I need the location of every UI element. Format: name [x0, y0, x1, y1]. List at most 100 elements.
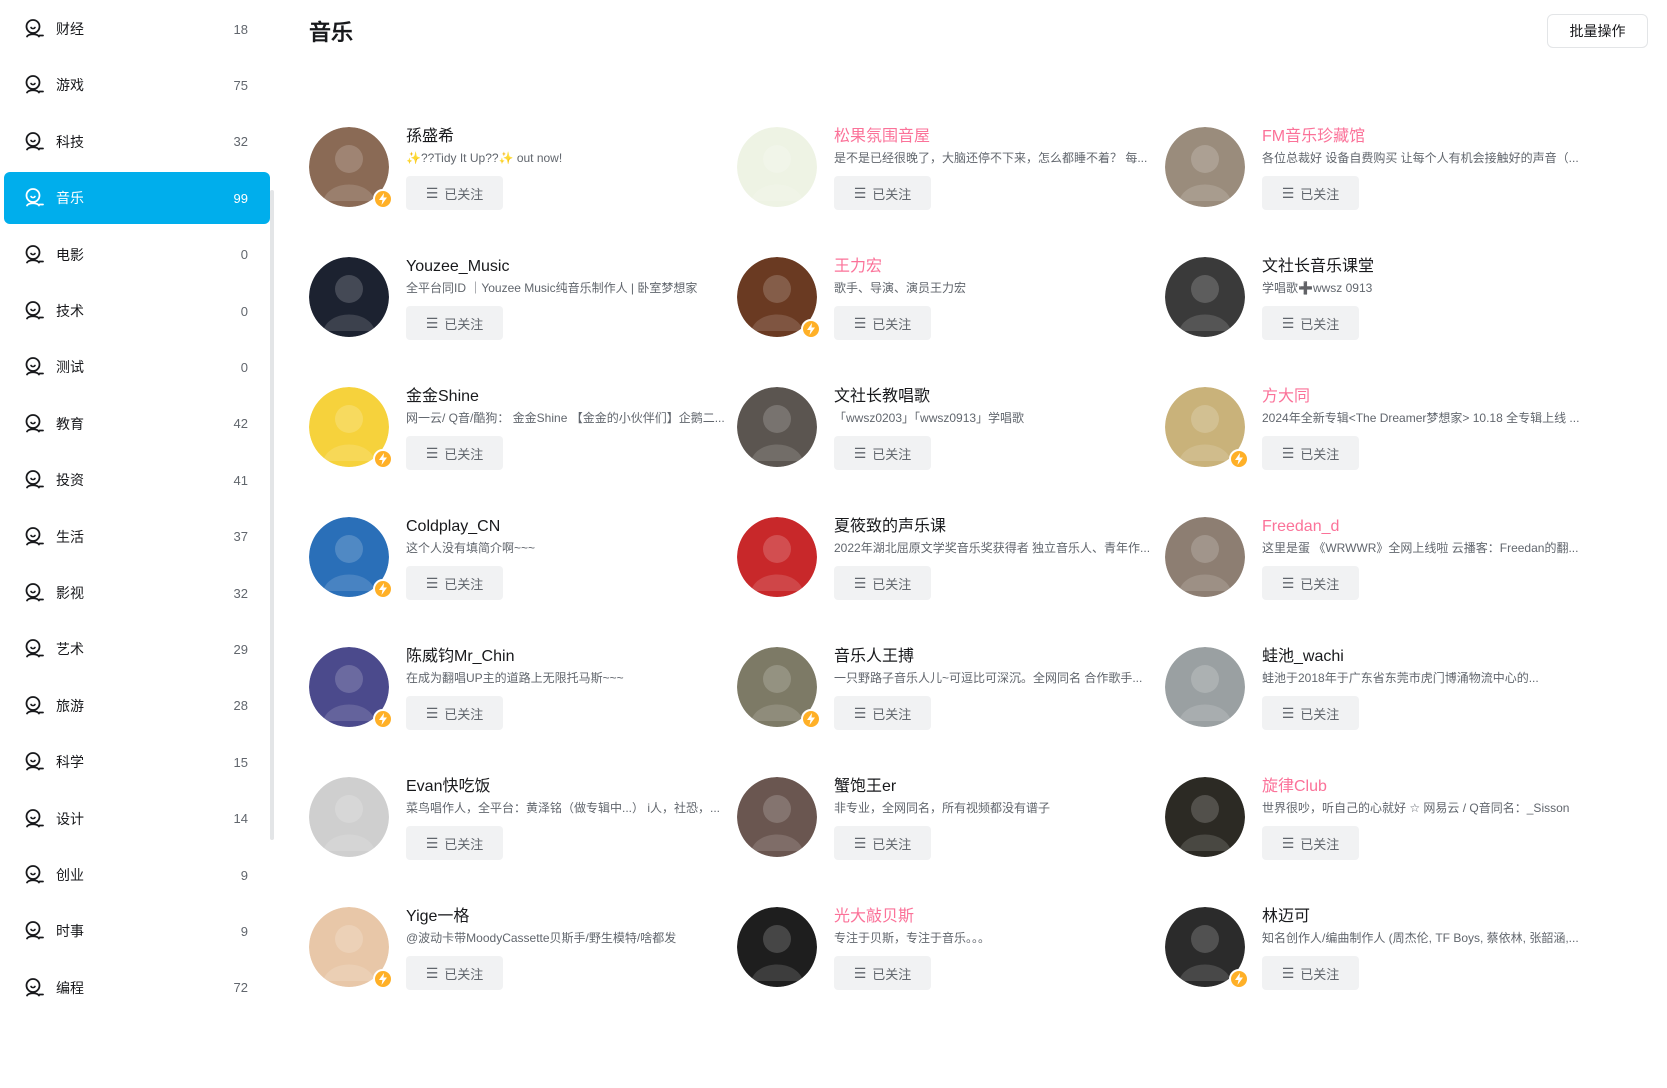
user-name[interactable]: 林迈可 [1262, 906, 1602, 928]
user-name[interactable]: Freedan_d [1262, 516, 1602, 538]
user-name[interactable]: 文社长音乐课堂 [1262, 256, 1602, 278]
sidebar-scrollbar[interactable] [270, 190, 274, 840]
user-name[interactable]: 蛙池_wachi [1262, 646, 1602, 668]
sidebar-item[interactable]: 时事 9 [4, 905, 270, 957]
avatar-image[interactable] [737, 127, 817, 207]
avatar-image[interactable] [737, 777, 817, 857]
avatar[interactable] [309, 907, 393, 989]
followed-button[interactable]: ☰ 已关注 [1262, 826, 1359, 860]
followed-button[interactable]: ☰ 已关注 [406, 566, 503, 600]
followed-button[interactable]: ☰ 已关注 [1262, 306, 1359, 340]
followed-button[interactable]: ☰ 已关注 [406, 306, 503, 340]
sidebar-item[interactable]: 测试 0 [4, 341, 270, 393]
user-name[interactable]: Coldplay_CN [406, 516, 746, 538]
user-name[interactable]: 蟹饱王er [834, 776, 1174, 798]
avatar[interactable] [737, 517, 817, 597]
user-name[interactable]: 夏筱致的声乐课 [834, 516, 1174, 538]
sidebar-item[interactable]: 艺术 29 [4, 623, 270, 675]
sidebar-item[interactable]: 技术 0 [4, 285, 270, 337]
followed-button[interactable]: ☰ 已关注 [834, 696, 931, 730]
followed-button[interactable]: ☰ 已关注 [834, 176, 931, 210]
sidebar-item[interactable]: 生活 37 [4, 511, 270, 563]
user-name[interactable]: Youzee_Music [406, 256, 746, 278]
avatar-image[interactable] [1165, 257, 1245, 337]
user-name[interactable]: 旋律Club [1262, 776, 1602, 798]
user-name[interactable]: 王力宏 [834, 256, 1174, 278]
sidebar-item[interactable]: 旅游 28 [4, 680, 270, 732]
followed-button[interactable]: ☰ 已关注 [834, 826, 931, 860]
sidebar-item[interactable]: 投资 41 [4, 454, 270, 506]
avatar[interactable] [1165, 387, 1249, 469]
avatar[interactable] [1165, 127, 1245, 207]
followed-button[interactable]: ☰ 已关注 [1262, 176, 1359, 210]
avatar-image[interactable] [737, 907, 817, 987]
followed-button[interactable]: ☰ 已关注 [406, 696, 503, 730]
followed-button[interactable]: ☰ 已关注 [834, 566, 931, 600]
avatar[interactable] [1165, 777, 1245, 857]
followed-label: 已关注 [1300, 706, 1340, 722]
followed-button[interactable]: ☰ 已关注 [406, 826, 503, 860]
avatar-image[interactable] [309, 777, 389, 857]
user-name[interactable]: Yige一格 [406, 906, 746, 928]
avatar[interactable] [737, 647, 821, 729]
user-name[interactable]: 金金Shine [406, 386, 746, 408]
sidebar-item[interactable]: 影视 32 [4, 567, 270, 619]
avatar[interactable] [309, 387, 393, 469]
user-name[interactable]: 孫盛希 [406, 126, 746, 148]
sidebar-item[interactable]: 设计 14 [4, 793, 270, 845]
avatar[interactable] [309, 647, 393, 729]
followed-button[interactable]: ☰ 已关注 [1262, 436, 1359, 470]
followed-button[interactable]: ☰ 已关注 [834, 436, 931, 470]
user-name[interactable]: 光大敲贝斯 [834, 906, 1174, 928]
sidebar-item[interactable]: 科学 15 [4, 736, 270, 788]
avatar-image[interactable] [1165, 517, 1245, 597]
avatar-image[interactable] [737, 387, 817, 467]
batch-operation-button[interactable]: 批量操作 [1547, 14, 1648, 48]
avatar[interactable] [309, 517, 393, 599]
followed-button[interactable]: ☰ 已关注 [834, 306, 931, 340]
avatar-image[interactable] [1165, 127, 1245, 207]
avatar[interactable] [309, 127, 393, 209]
avatar-image[interactable] [737, 517, 817, 597]
user-name[interactable]: 松果氛围音屋 [834, 126, 1174, 148]
sidebar-item[interactable]: 财经 18 [4, 3, 270, 55]
followed-button[interactable]: ☰ 已关注 [1262, 696, 1359, 730]
sidebar-item[interactable]: 教育 42 [4, 398, 270, 450]
avatar[interactable] [737, 777, 817, 857]
avatar-image[interactable] [1165, 777, 1245, 857]
followed-button[interactable]: ☰ 已关注 [406, 436, 503, 470]
user-info: 文社长音乐课堂 学唱歌➕wwsz 0913 ☰ 已关注 [1262, 256, 1602, 340]
avatar-image[interactable] [309, 257, 389, 337]
followed-button[interactable]: ☰ 已关注 [406, 956, 503, 990]
sidebar-item[interactable]: 编程 72 [4, 962, 270, 1014]
avatar[interactable] [737, 127, 817, 207]
avatar[interactable] [309, 777, 389, 857]
sidebar-item[interactable]: 创业 9 [4, 849, 270, 901]
sidebar-item[interactable]: 科技 32 [4, 116, 270, 168]
sidebar-item[interactable]: 音乐 99 [4, 172, 270, 225]
avatar[interactable] [737, 907, 817, 987]
followed-button[interactable]: ☰ 已关注 [406, 176, 503, 210]
sidebar-item[interactable]: 游戏 75 [4, 59, 270, 111]
user-name[interactable]: 音乐人王搏 [834, 646, 1174, 668]
menu-icon: ☰ [1281, 704, 1295, 721]
avatar[interactable] [1165, 517, 1245, 597]
avatar[interactable] [1165, 647, 1245, 727]
followed-label: 已关注 [1300, 576, 1340, 592]
avatar[interactable] [309, 257, 389, 337]
sidebar-item[interactable]: 电影 0 [4, 229, 270, 281]
user-name[interactable]: FM音乐珍藏馆 [1262, 126, 1602, 148]
menu-icon: ☰ [853, 964, 867, 981]
avatar[interactable] [737, 257, 821, 339]
avatar[interactable] [1165, 907, 1249, 989]
followed-button[interactable]: ☰ 已关注 [834, 956, 931, 990]
avatar[interactable] [1165, 257, 1245, 337]
followed-button[interactable]: ☰ 已关注 [1262, 956, 1359, 990]
user-name[interactable]: Evan快吃饭 [406, 776, 746, 798]
avatar-image[interactable] [1165, 647, 1245, 727]
user-name[interactable]: 方大同 [1262, 386, 1602, 408]
followed-button[interactable]: ☰ 已关注 [1262, 566, 1359, 600]
avatar[interactable] [737, 387, 817, 467]
user-name[interactable]: 陈威钧Mr_Chin [406, 646, 746, 668]
user-name[interactable]: 文社长教唱歌 [834, 386, 1174, 408]
